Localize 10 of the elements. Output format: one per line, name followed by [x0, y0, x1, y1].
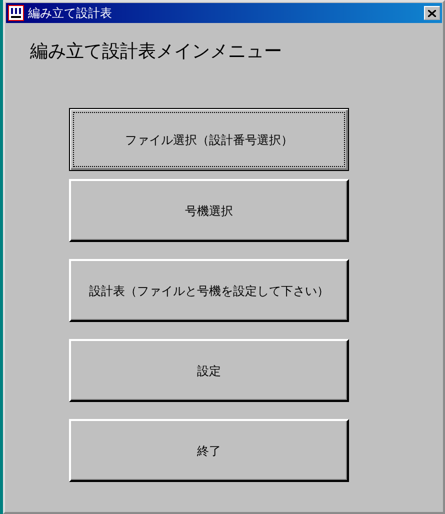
menu-button[interactable]: 号機選択 — [69, 179, 349, 242]
close-button[interactable] — [424, 6, 440, 20]
window-title: 編み立て設計表 — [28, 5, 112, 22]
menu-heading: 編み立て設計表メインメニュー — [30, 40, 283, 64]
menu-button[interactable]: 設計表（ファイルと号機を設定して下さい） — [69, 259, 349, 322]
close-icon — [428, 10, 436, 16]
menu-button[interactable]: ファイル選択（設計番号選択） — [69, 108, 349, 171]
menu-button[interactable]: 設定 — [69, 339, 349, 402]
app-icon — [8, 5, 24, 21]
menu-button[interactable]: 終了 — [69, 419, 349, 482]
